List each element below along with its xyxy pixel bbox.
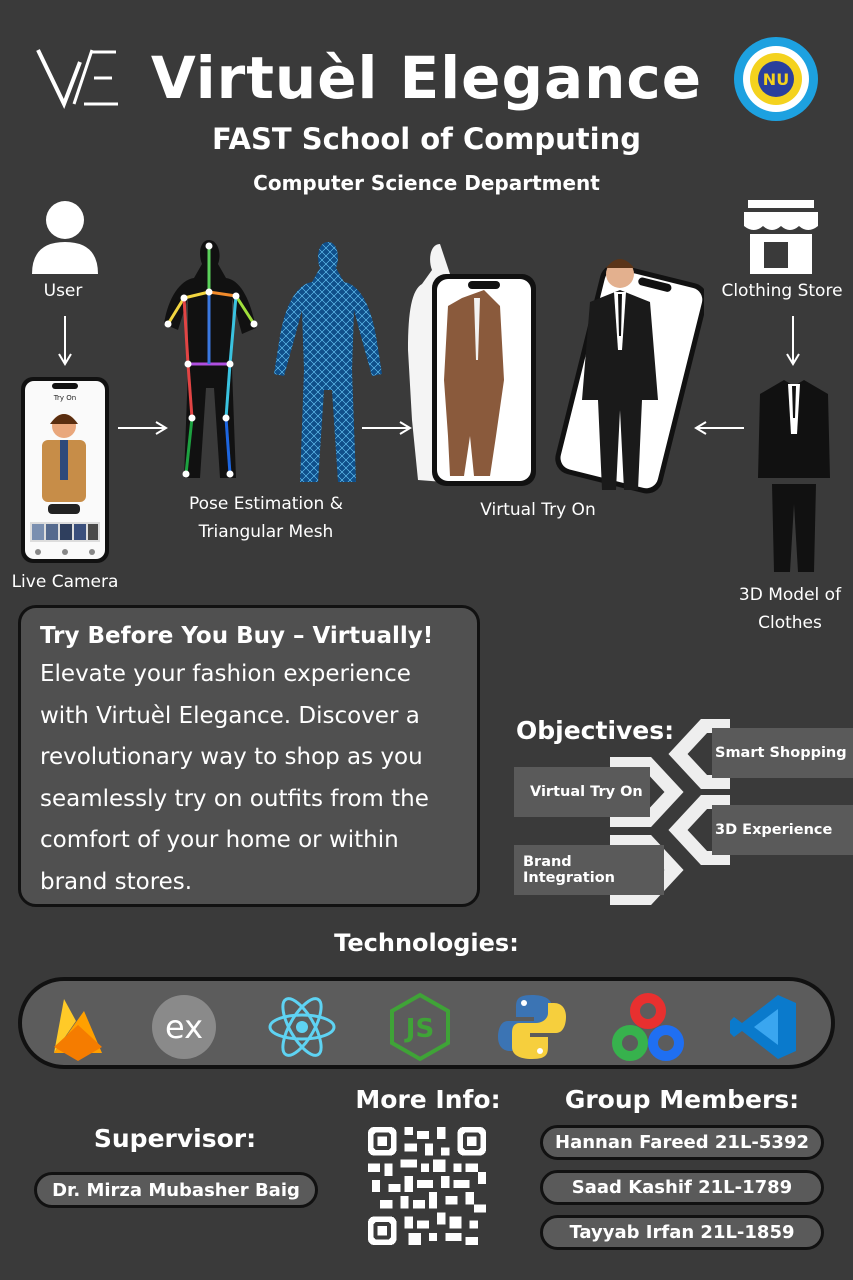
group-members-title: Group Members: bbox=[564, 1085, 800, 1114]
firebase-icon bbox=[54, 999, 102, 1061]
3d-model-label-line2: Clothes bbox=[758, 613, 822, 633]
3d-model-label-line1: 3D Model of bbox=[738, 585, 842, 605]
technologies-title: Technologies: bbox=[334, 929, 519, 957]
qr-code[interactable] bbox=[368, 1127, 486, 1245]
objective-3d-experience: 3D Experience bbox=[712, 805, 853, 855]
page-title: Virtuèl Elegance bbox=[150, 44, 703, 112]
group-member-1: Hannan Fareed 21L-5392 bbox=[540, 1125, 824, 1160]
nodejs-icon: JS bbox=[390, 992, 450, 1062]
supervisor-title: Supervisor: bbox=[93, 1124, 257, 1153]
vscode-icon bbox=[730, 995, 796, 1059]
3d-suit-model bbox=[758, 380, 830, 572]
express-icon: ex bbox=[152, 995, 216, 1059]
phone-app-mockup: Try On bbox=[21, 377, 109, 563]
triangular-mesh-figure bbox=[274, 242, 382, 482]
school-name: FAST School of Computing bbox=[212, 122, 641, 156]
description-panel: Try Before You Buy – Virtually! Elevate … bbox=[18, 605, 480, 907]
technologies-bar: ex JS bbox=[18, 977, 835, 1069]
objective-virtual-try-on: Virtual Try On bbox=[514, 767, 650, 817]
live-camera-label: Live Camera bbox=[11, 572, 119, 592]
store-icon bbox=[744, 200, 818, 274]
objective-smart-shopping: Smart Shopping bbox=[712, 728, 853, 778]
clothing-store-label: Clothing Store bbox=[721, 281, 843, 301]
react-icon bbox=[268, 997, 336, 1057]
group-member-3: Tayyab Irfan 21L-1859 bbox=[540, 1215, 824, 1250]
objective-brand-integration: Brand Integration bbox=[514, 845, 664, 895]
user-icon bbox=[32, 201, 98, 274]
pose-estimation-label-line1: Pose Estimation & bbox=[189, 494, 343, 514]
description-heading: Try Before You Buy – Virtually! bbox=[40, 623, 434, 649]
svg-text:ex: ex bbox=[165, 1008, 203, 1046]
department-name: Computer Science Department bbox=[253, 171, 600, 195]
virtual-try-on-phones bbox=[408, 244, 704, 494]
pose-skeleton-figure bbox=[164, 240, 258, 478]
opencv-icon bbox=[612, 993, 684, 1061]
description-body: Elevate your fashion experience with Vir… bbox=[40, 661, 429, 895]
svg-text:JS: JS bbox=[404, 1014, 434, 1044]
svg-text:NU: NU bbox=[763, 70, 789, 89]
arrow-down-icon bbox=[58, 316, 72, 366]
arrow-down-icon bbox=[786, 316, 800, 366]
supervisor-name: Dr. Mirza Mubasher Baig bbox=[34, 1172, 318, 1208]
virtual-try-on-label: Virtual Try On bbox=[480, 500, 596, 520]
group-member-2: Saad Kashif 21L-1789 bbox=[540, 1170, 824, 1205]
university-seal-icon: NU bbox=[734, 37, 818, 121]
user-label: User bbox=[43, 281, 83, 301]
svg-text:Try On: Try On bbox=[53, 394, 76, 402]
arrow-left-icon bbox=[694, 421, 744, 435]
pose-estimation-label-line2: Triangular Mesh bbox=[198, 522, 334, 542]
python-icon bbox=[498, 995, 566, 1059]
more-info-title: More Info: bbox=[355, 1085, 501, 1114]
